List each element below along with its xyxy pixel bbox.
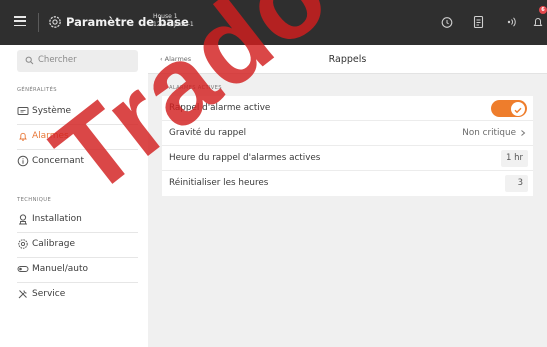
setting-row-severity[interactable]: Gravité du rappel Non critique <box>162 121 533 146</box>
sidebar-item-label: Installation <box>32 214 82 224</box>
sidebar-item-label: Alarmes <box>32 131 69 141</box>
group-label: ALARMES ACTIVES <box>169 85 222 91</box>
sidebar-item-label: Manuel/auto <box>32 264 89 274</box>
manual-auto-icon <box>17 266 29 272</box>
setting-row-reminder-hour[interactable]: Heure du rappel d'alarmes actives 1 hr <box>162 146 533 171</box>
sidebar-item-manuel-auto[interactable]: Manuel/auto <box>0 257 148 282</box>
severity-value: Non critique <box>462 128 516 138</box>
setting-label: Rappel d'alarme active <box>169 103 271 113</box>
menu-icon[interactable] <box>14 16 26 27</box>
setting-label: Heure du rappel d'alarmes actives <box>169 153 321 163</box>
search-input[interactable]: Chercher <box>17 50 138 72</box>
calibration-icon <box>18 239 28 249</box>
sidebar-item-label: Calibrage <box>32 239 75 249</box>
sidebar-item-calibrage[interactable]: Calibrage <box>0 232 148 257</box>
sidebar-item-label: Système <box>32 106 72 116</box>
notification-badge: 6 <box>539 6 547 14</box>
sidebar: Chercher GÉNÉRALITÉS Système Alarmes Con… <box>0 45 148 347</box>
setting-row-reminder-toggle[interactable]: Rappel d'alarme active <box>162 96 533 121</box>
setting-label: Réinitialiser les heures <box>169 178 269 188</box>
reminder-toggle[interactable] <box>491 100 527 117</box>
sidebar-item-concernant[interactable]: Concernant <box>0 149 148 174</box>
sidebar-item-alarmes[interactable]: Alarmes <box>0 124 148 149</box>
checkmark-icon <box>514 107 522 113</box>
sidebar-item-systeme[interactable]: Système <box>0 99 148 124</box>
signal-icon[interactable] <box>503 14 519 30</box>
search-placeholder: Chercher <box>38 55 77 65</box>
house-time: 12:34, Jour -1 <box>153 21 194 28</box>
chevron-right-icon <box>521 130 526 136</box>
reset-hours-input[interactable]: 3 <box>505 175 528 192</box>
system-icon <box>17 107 29 115</box>
setting-row-reset-hours[interactable]: Réinitialiser les heures 3 <box>162 171 533 196</box>
settings-card: Rappel d'alarme active Gravité du rappel… <box>162 96 533 196</box>
sidebar-item-label: Concernant <box>32 156 84 166</box>
installation-icon <box>19 214 27 225</box>
bell-icon[interactable] <box>530 14 546 30</box>
section-label-general: GÉNÉRALITÉS <box>17 87 57 93</box>
top-bar: Paramètre de base House 1 12:34, Jour -1… <box>0 0 547 45</box>
reminder-hour-input[interactable]: 1 hr <box>501 150 528 167</box>
main-panel: ‹ Alarmes Rappels ALARMES ACTIVES Rappel… <box>148 45 547 347</box>
service-icon <box>18 290 27 299</box>
sidebar-item-label: Service <box>32 289 66 299</box>
bell-icon <box>19 132 27 141</box>
toggle-knob <box>511 101 525 116</box>
section-label-technical: TECHNIQUE <box>17 197 52 203</box>
sidebar-item-installation[interactable]: Installation <box>0 207 148 232</box>
info-icon <box>17 155 29 167</box>
alarm-clock-icon[interactable] <box>439 14 455 30</box>
divider <box>38 13 39 32</box>
setting-label: Gravité du rappel <box>169 128 247 138</box>
house-name: House 1 <box>153 13 178 20</box>
sidebar-item-service[interactable]: Service <box>0 282 148 307</box>
page-header: ‹ Alarmes Rappels <box>148 45 547 74</box>
page-title: Rappels <box>328 54 367 65</box>
search-icon <box>25 56 34 65</box>
document-icon[interactable] <box>471 14 487 30</box>
gear-icon <box>49 16 61 28</box>
house-info[interactable]: House 1 12:34, Jour -1 <box>153 13 194 29</box>
